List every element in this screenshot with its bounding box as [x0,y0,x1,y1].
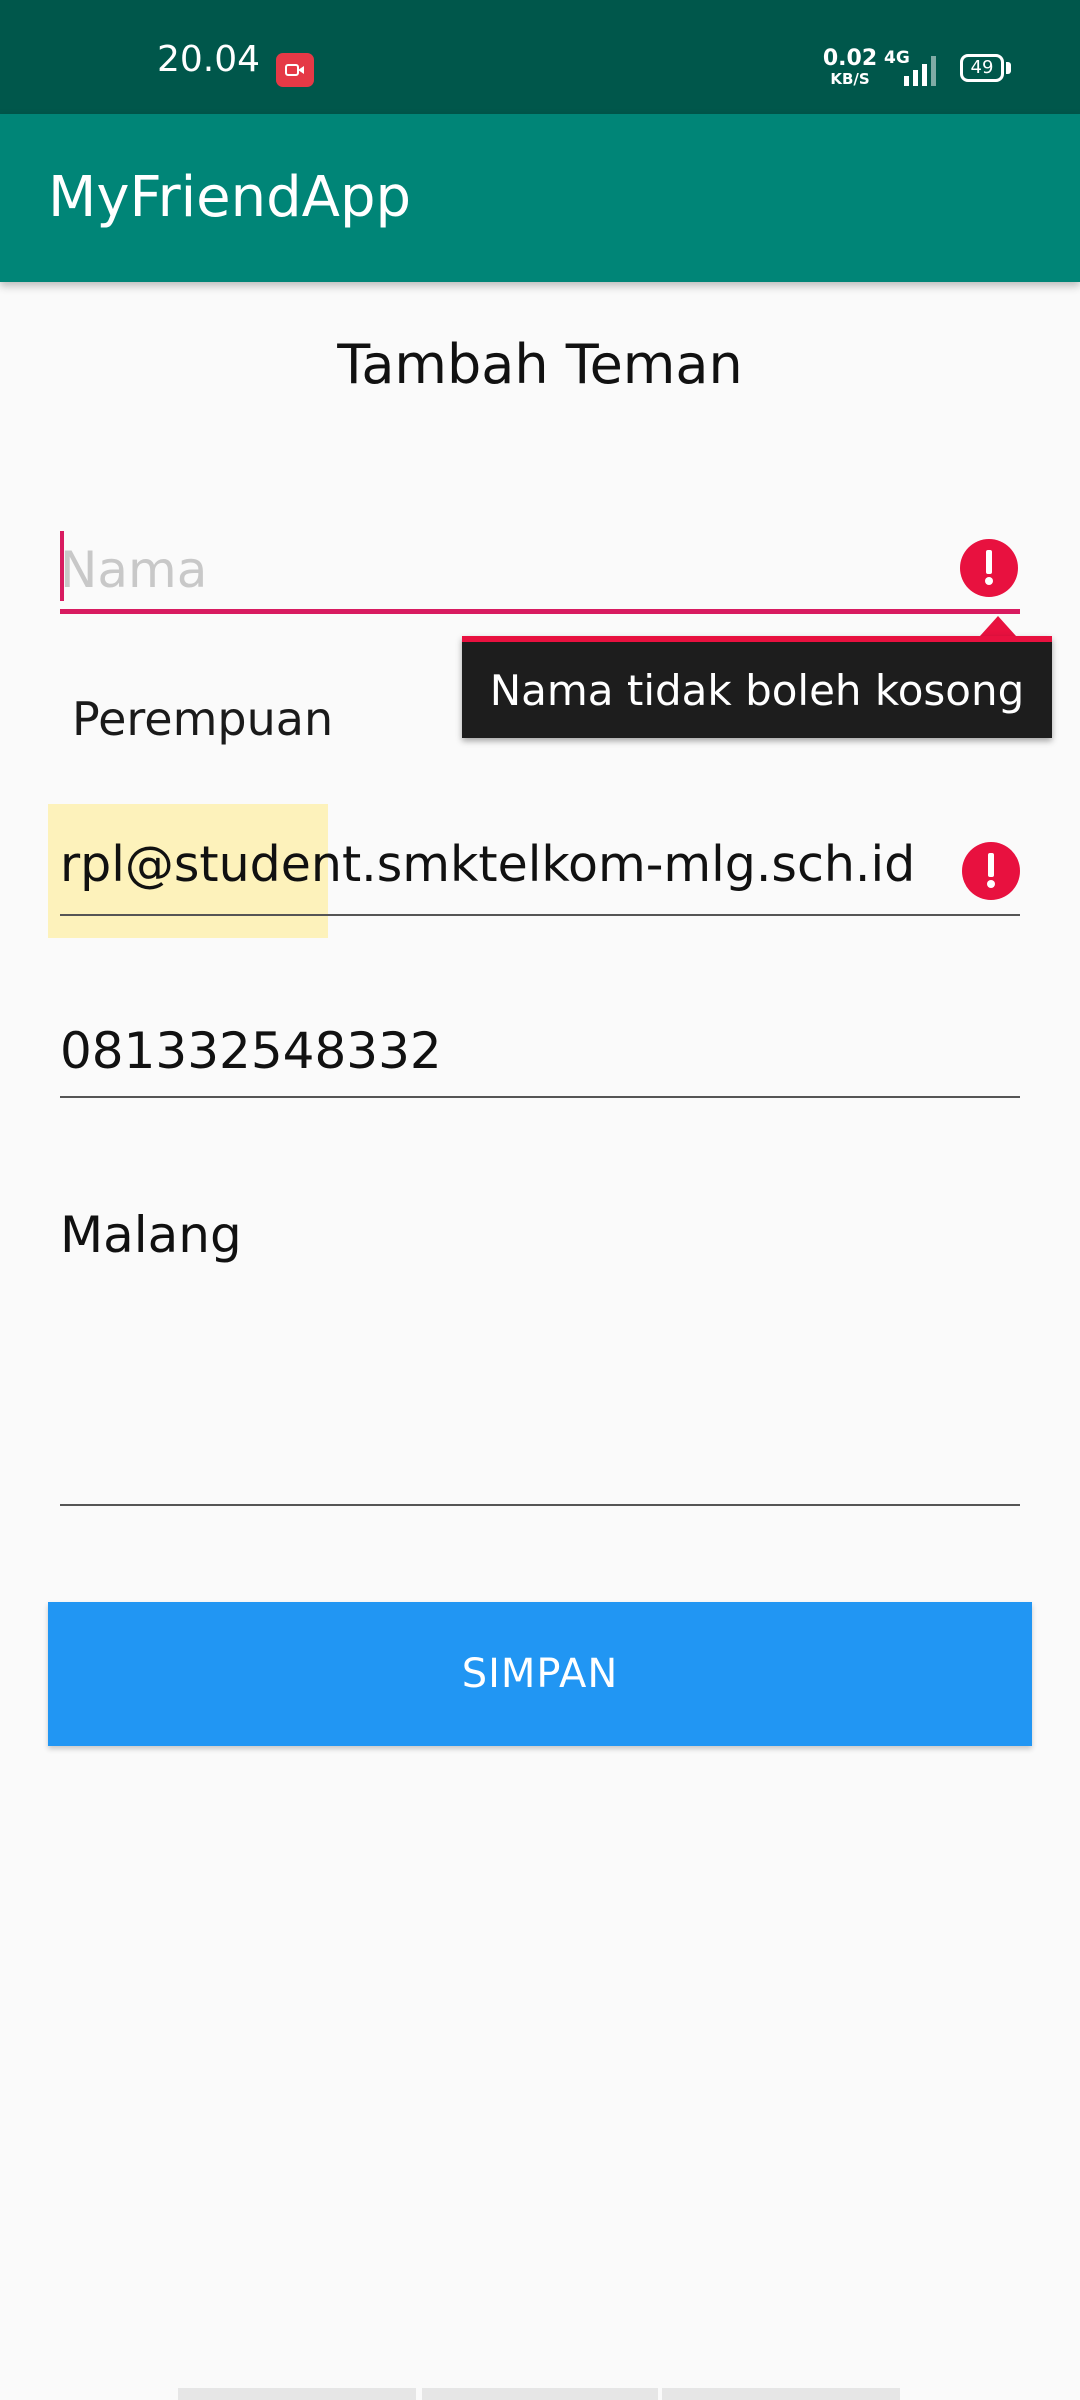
email-value: rpl@student.smktelkom-mlg.sch.id [60,836,916,893]
simpan-button[interactable]: SIMPAN [48,1602,1032,1746]
error-icon[interactable] [962,842,1020,900]
battery-icon: 49 [960,54,1004,82]
nav-handle-left[interactable] [178,2388,416,2400]
nama-input[interactable] [60,530,960,610]
tooltip-arrow [980,616,1016,636]
email-field[interactable]: rpl@student.smktelkom-mlg.sch.id [60,830,1020,920]
form-title: Tambah Teman [337,333,743,396]
email-underline [60,914,1020,916]
address-field[interactable]: Malang [60,1200,1020,1510]
status-bar: 20.04 0.02 KB/S 4G 49 [0,0,1080,114]
nama-underline [60,609,1020,614]
error-icon[interactable] [960,539,1018,597]
app-bar: MyFriendApp [0,114,1080,282]
network-speed-value: 0.02 [822,46,878,71]
status-time: 20.04 [157,39,261,80]
error-tooltip: Nama tidak boleh kosong [462,636,1052,738]
text-cursor [60,531,64,601]
nav-handle-right[interactable] [662,2388,900,2400]
app-title: MyFriendApp [48,165,412,230]
phone-value: 081332548332 [60,1022,442,1080]
battery-tip [1006,62,1011,74]
error-message: Nama tidak boleh kosong [489,665,1025,715]
network-speed: 0.02 KB/S [822,48,878,87]
address-value: Malang [60,1206,242,1264]
gender-selected: Perempuan [72,692,334,746]
signal-icon [904,56,936,86]
nav-handle-center[interactable] [422,2388,658,2400]
network-speed-unit: KB/S [830,70,870,88]
address-underline [60,1504,1020,1506]
phone-field[interactable]: 081332548332 [60,1020,1020,1100]
screen-record-icon [276,53,314,87]
phone-underline [60,1096,1020,1098]
